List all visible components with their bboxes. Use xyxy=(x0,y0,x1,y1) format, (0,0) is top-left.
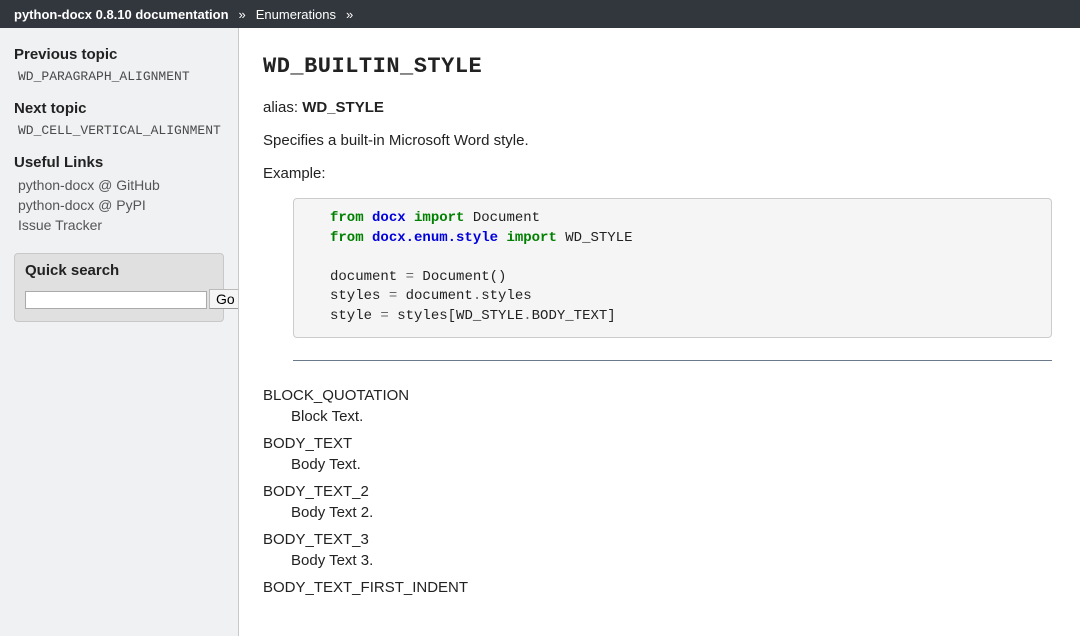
enum-name: BODY_TEXT_2 xyxy=(263,483,1056,500)
breadcrumb-sep: » xyxy=(239,7,246,22)
enum-desc: Block Text. xyxy=(291,408,1056,425)
next-topic-heading: Next topic xyxy=(14,100,224,117)
previous-topic-link[interactable]: WD_PARAGRAPH_ALIGNMENT xyxy=(14,69,224,84)
go-button[interactable]: Go xyxy=(209,289,238,309)
breadcrumb-home[interactable]: python-docx 0.8.10 documentation xyxy=(14,7,229,22)
example-label: Example: xyxy=(263,165,1056,182)
link-github[interactable]: python-docx @ GitHub xyxy=(18,177,224,193)
alias-prefix: alias: xyxy=(263,99,302,116)
page-title: WD_BUILTIN_STYLE xyxy=(263,54,1056,79)
quick-search-heading: Quick search xyxy=(25,262,213,279)
enum-desc: Body Text 3. xyxy=(291,552,1056,569)
enum-name: BLOCK_QUOTATION xyxy=(263,387,1056,404)
breadcrumb-bar: python-docx 0.8.10 documentation » Enume… xyxy=(0,0,1080,28)
enum-name: BODY_TEXT_FIRST_INDENT xyxy=(263,579,1056,596)
breadcrumb-sep: » xyxy=(346,7,353,22)
alias-value: WD_STYLE xyxy=(302,99,384,116)
link-issue-tracker[interactable]: Issue Tracker xyxy=(18,217,224,233)
breadcrumb-section[interactable]: Enumerations xyxy=(256,7,336,22)
enum-name: BODY_TEXT xyxy=(263,435,1056,452)
enum-list: BLOCK_QUOTATION Block Text. BODY_TEXT Bo… xyxy=(263,387,1056,596)
search-input[interactable] xyxy=(25,291,207,309)
sidebar: Previous topic WD_PARAGRAPH_ALIGNMENT Ne… xyxy=(0,28,238,636)
link-pypi[interactable]: python-docx @ PyPI xyxy=(18,197,224,213)
enum-desc: Body Text. xyxy=(291,456,1056,473)
alias-line: alias: WD_STYLE xyxy=(263,99,1056,116)
useful-links-heading: Useful Links xyxy=(14,154,224,171)
next-topic-link[interactable]: WD_CELL_VERTICAL_ALIGNMENT xyxy=(14,123,224,138)
code-example: from docx import Document from docx.enum… xyxy=(293,198,1052,338)
previous-topic-heading: Previous topic xyxy=(14,46,224,63)
description: Specifies a built-in Microsoft Word styl… xyxy=(263,132,1056,149)
main-content: WD_BUILTIN_STYLE alias: WD_STYLE Specifi… xyxy=(238,28,1080,636)
enum-name: BODY_TEXT_3 xyxy=(263,531,1056,548)
enum-desc: Body Text 2. xyxy=(291,504,1056,521)
divider xyxy=(293,360,1052,361)
quick-search-box: Quick search Go xyxy=(14,253,224,322)
